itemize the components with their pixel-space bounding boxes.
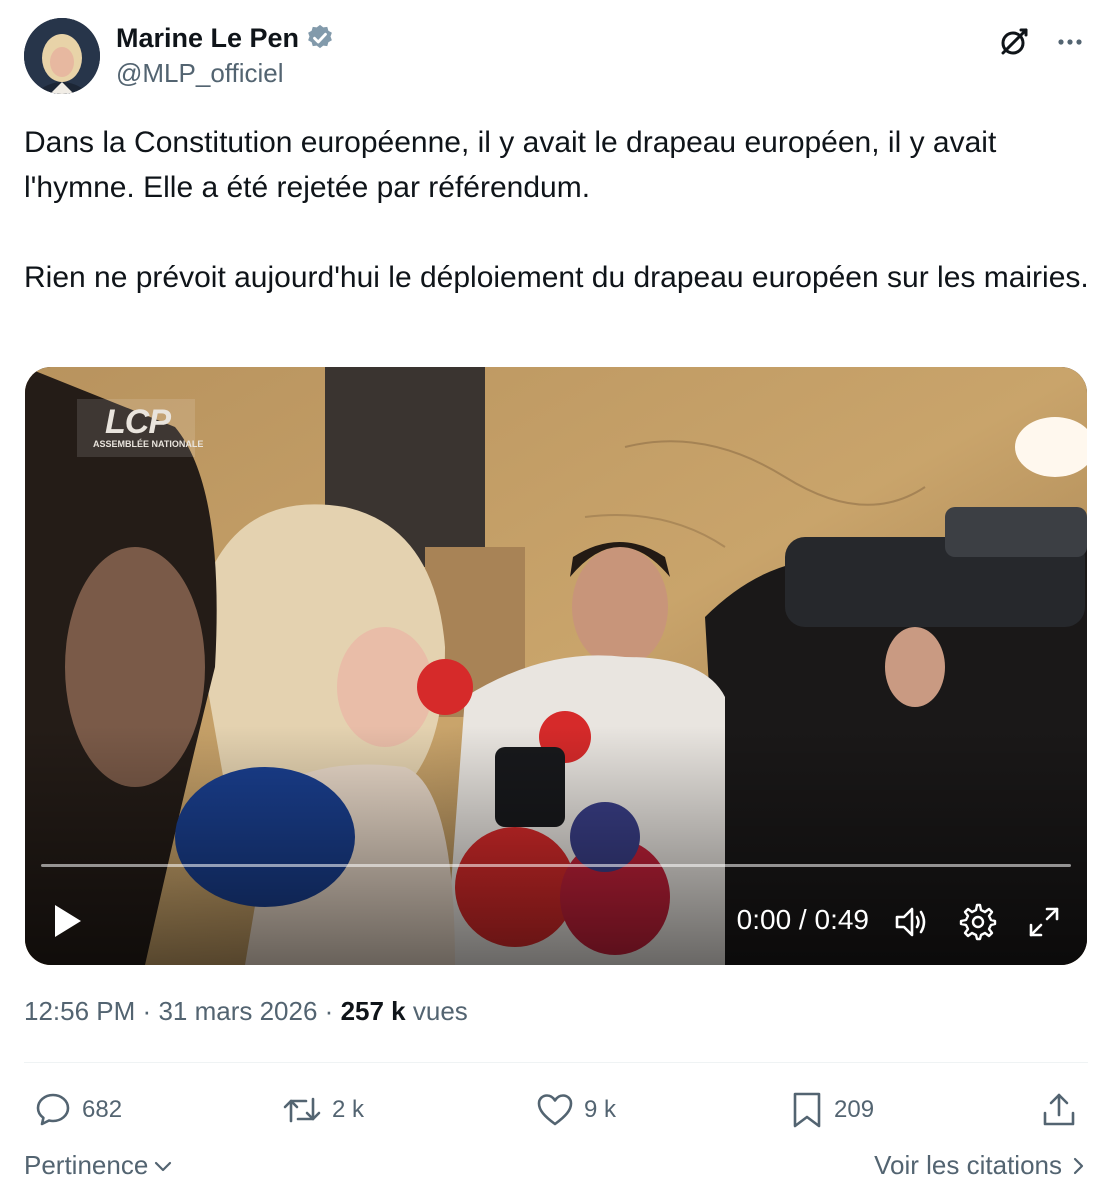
bookmark-count: 209 — [834, 1096, 875, 1123]
sort-label: Pertinence — [24, 1150, 149, 1180]
chevron-right-icon — [1073, 1157, 1084, 1174]
chevron-down-icon — [155, 1161, 172, 1171]
tweet-text: Dans la Constitution européenne, il y av… — [24, 120, 1094, 300]
divider — [24, 1062, 1088, 1063]
author-block: Marine Le Pen @MLP_officiel — [116, 22, 335, 89]
tweet-date[interactable]: 31 mars 2026 — [158, 996, 317, 1026]
volume-icon[interactable] — [893, 903, 931, 941]
repost-icon — [283, 1097, 321, 1123]
fullscreen-icon[interactable] — [1025, 903, 1063, 941]
reply-button[interactable]: 682 — [34, 1088, 122, 1132]
author-handle[interactable]: @MLP_officiel — [116, 58, 335, 89]
video-player[interactable]: LCP ASSEMBLÉE NATIONALE 0:00 / 0:49 — [25, 367, 1087, 965]
tweet-paragraph: Dans la Constitution européenne, il y av… — [24, 126, 997, 204]
like-button[interactable]: 9 k — [536, 1088, 616, 1132]
channel-logo-subtext: ASSEMBLÉE NATIONALE — [93, 439, 204, 449]
video-time: 0:00 / 0:49 — [736, 904, 869, 935]
replies-footer: Pertinence Voir les citations — [24, 1150, 1088, 1186]
more-icon[interactable] — [1052, 24, 1088, 60]
avatar-image — [24, 18, 100, 94]
avatar[interactable] — [24, 18, 100, 94]
share-button[interactable] — [1040, 1088, 1078, 1132]
channel-logo: LCP ASSEMBLÉE NATIONALE — [77, 399, 203, 457]
sort-dropdown[interactable]: Pertinence — [24, 1150, 174, 1181]
views-count: 257 k — [340, 996, 406, 1026]
repost-button[interactable]: 2 k — [282, 1088, 364, 1132]
view-quotes-link[interactable]: Voir les citations — [874, 1150, 1088, 1181]
tweet-header: Marine Le Pen @MLP_officiel — [24, 18, 1088, 98]
verified-badge-icon — [305, 23, 335, 53]
reply-icon — [36, 1093, 70, 1126]
bookmark-button[interactable]: 209 — [790, 1088, 874, 1132]
meta-separator: · — [142, 996, 152, 1026]
grok-icon[interactable] — [996, 24, 1032, 60]
tweet-meta: 12:56 PM · 31 mars 2026 · 257 k vues — [24, 996, 468, 1027]
tweet-time[interactable]: 12:56 PM — [24, 996, 135, 1026]
channel-logo-text: LCP — [105, 403, 171, 441]
reply-count: 682 — [82, 1096, 123, 1123]
share-icon — [1043, 1093, 1075, 1126]
repost-count: 2 k — [332, 1096, 365, 1123]
meta-separator: · — [324, 996, 334, 1026]
heart-icon — [537, 1094, 573, 1126]
settings-gear-icon[interactable] — [959, 903, 997, 941]
tweet-actions: 682 2 k 9 k 209 — [24, 1088, 1088, 1132]
views-label: vues — [412, 996, 468, 1026]
bookmark-icon — [793, 1092, 821, 1128]
name-row: Marine Le Pen — [116, 22, 335, 54]
author-name[interactable]: Marine Le Pen — [116, 23, 299, 54]
play-icon[interactable] — [47, 901, 87, 941]
tweet-paragraph: Rien ne prévoit aujourd'hui le déploieme… — [24, 261, 1089, 294]
video-progress-bar[interactable] — [41, 864, 1071, 867]
like-count: 9 k — [584, 1096, 617, 1123]
header-actions — [996, 24, 1088, 60]
quotes-label: Voir les citations — [874, 1150, 1062, 1180]
